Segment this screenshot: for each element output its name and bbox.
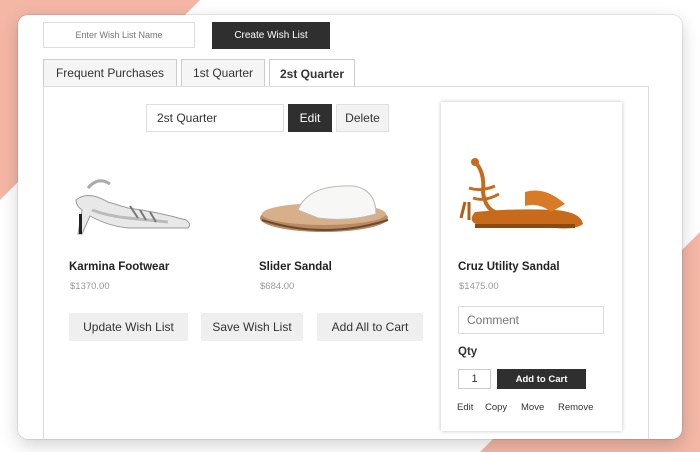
create-wish-list-button[interactable]: Create Wish List <box>212 22 330 49</box>
edit-list-button[interactable]: Edit <box>288 104 332 132</box>
delete-list-button[interactable]: Delete <box>336 104 389 132</box>
comment-field[interactable] <box>458 306 604 334</box>
add-to-cart-button[interactable]: Add to Cart <box>497 369 586 389</box>
qty-label: Qty <box>458 346 478 358</box>
tab-frequent-purchases[interactable]: Frequent Purchases <box>43 59 177 86</box>
tie-up-sandal-icon[interactable] <box>455 152 587 232</box>
product-name[interactable]: Slider Sandal <box>259 261 332 273</box>
product-price: $684.00 <box>260 281 295 292</box>
selected-product-name[interactable]: Cruz Utility Sandal <box>458 261 560 273</box>
list-name-field[interactable] <box>146 104 284 132</box>
wish-list-name-input[interactable] <box>43 22 195 48</box>
tab-1st-quarter[interactable]: 1st Quarter <box>181 59 265 86</box>
quantity-input[interactable] <box>458 369 491 389</box>
tab-2st-quarter[interactable]: 2st Quarter <box>269 59 355 87</box>
selected-product-price: $1475.00 <box>459 281 499 292</box>
product-name[interactable]: Karmina Footwear <box>69 261 169 273</box>
save-wish-list-button[interactable]: Save Wish List <box>201 313 303 341</box>
add-all-to-cart-button[interactable]: Add All to Cart <box>317 313 423 341</box>
copy-item-link[interactable]: Copy <box>485 402 507 413</box>
heeled-sandal-icon[interactable] <box>68 170 196 236</box>
slide-sandal-icon[interactable] <box>258 180 392 240</box>
update-wish-list-button[interactable]: Update Wish List <box>69 313 188 341</box>
move-item-link[interactable]: Move <box>521 402 544 413</box>
wish-list-tabs: Frequent Purchases 1st Quarter 2st Quart… <box>43 59 359 87</box>
edit-item-link[interactable]: Edit <box>457 402 473 413</box>
remove-item-link[interactable]: Remove <box>558 402 593 413</box>
product-price: $1370.00 <box>70 281 110 292</box>
